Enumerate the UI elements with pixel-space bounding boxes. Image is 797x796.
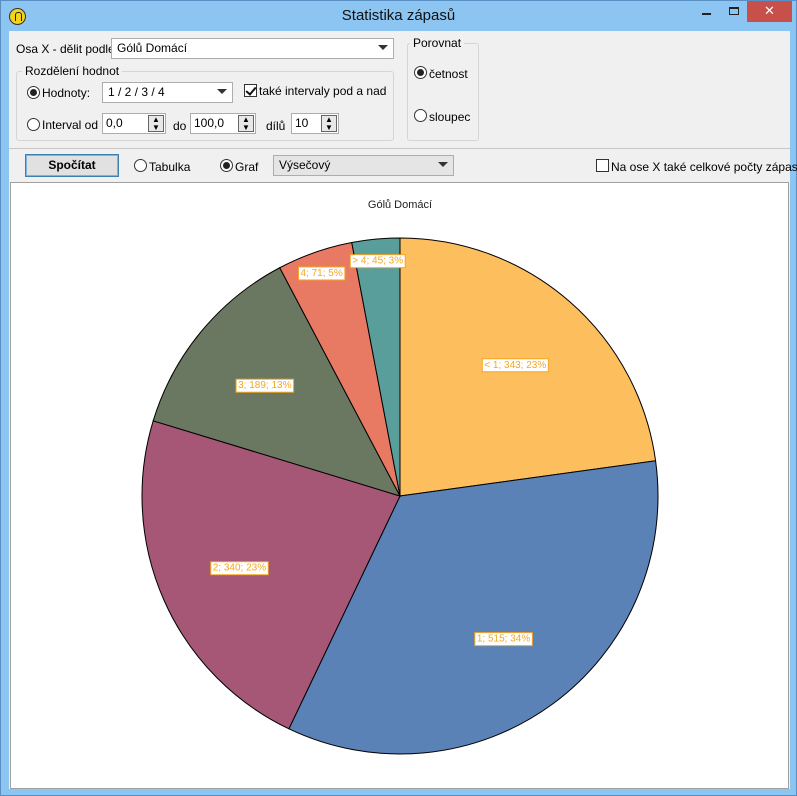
chevron-down-icon — [378, 45, 388, 50]
title-bar: Statistika zápasů ✕ — [1, 1, 796, 31]
client-area: Osa X - dělit podle Gólů Domácí Rozdělen… — [9, 31, 797, 789]
chevron-down-icon — [217, 89, 227, 94]
maximize-icon — [728, 7, 739, 15]
chart-title: Gólů Domácí — [368, 199, 432, 211]
hodnoty-value: 1 / 2 / 3 / 4 — [108, 85, 165, 99]
close-icon: ✕ — [764, 3, 775, 18]
pie-label-4: 4; 71; 5% — [297, 266, 346, 281]
cetnost-label: četnost — [429, 67, 468, 81]
graf-label: Graf — [235, 160, 259, 174]
main-window: Statistika zápasů ✕ Osa X - dělit podle … — [0, 0, 797, 796]
interval-to-spinner[interactable]: 100,0 ▲ ▼ — [190, 113, 256, 134]
close-button[interactable]: ✕ — [747, 1, 792, 22]
pie-label-1: 1; 515; 34% — [474, 632, 533, 647]
dilu-label: dílů — [266, 119, 286, 133]
cetnost-radio[interactable] — [414, 66, 427, 79]
spocitat-button[interactable]: Spočítat — [25, 154, 119, 177]
interval-label: Interval od — [42, 118, 99, 132]
hodnoty-label: Hodnoty: — [42, 86, 91, 100]
svg-text:> 4; 45; 3%: > 4; 45; 3% — [352, 256, 403, 267]
svg-text:1; 515; 34%: 1; 515; 34% — [477, 634, 530, 645]
porovnat-group — [407, 43, 479, 141]
chart-panel: Gólů Domácí < 1; 343; 23% 1; 515; 34% 2; 3… — [10, 182, 789, 789]
pie-label-0: < 1; 343; 23% — [481, 358, 549, 373]
do-label: do — [173, 119, 187, 133]
osa-x-value: Gólů Domácí — [117, 41, 188, 55]
hodnoty-combo[interactable]: 1 / 2 / 3 / 4 — [102, 82, 233, 103]
sloupec-radio[interactable] — [414, 109, 427, 122]
tabulka-label: Tabulka — [149, 160, 191, 174]
intervaly-checkbox[interactable] — [244, 84, 257, 97]
hodnoty-radio[interactable] — [27, 86, 40, 99]
graf-radio[interactable] — [220, 159, 233, 172]
pie-label-3: 3; 189; 13% — [235, 378, 295, 393]
porovnat-title: Porovnat — [410, 36, 465, 50]
spinner-arrows-icon[interactable]: ▲ ▼ — [148, 115, 164, 132]
divider — [9, 148, 790, 149]
interval-from-spinner[interactable]: 0,0 ▲ ▼ — [102, 113, 166, 134]
svg-text:4; 71; 5%: 4; 71; 5% — [300, 268, 342, 279]
interval-radio[interactable] — [27, 118, 40, 131]
dilu-value: 10 — [295, 116, 309, 130]
maximize-button[interactable] — [720, 1, 747, 22]
tabulka-radio[interactable] — [134, 159, 147, 172]
celkove-label: Na ose X také celkové počty zápasů — [611, 160, 797, 174]
osa-x-label: Osa X - dělit podle — [16, 42, 115, 56]
minimize-button[interactable] — [693, 1, 720, 22]
dilu-spinner[interactable]: 10 ▲ ▼ — [291, 113, 339, 134]
pie-chart: Gólů Domácí < 1; 343; 23% 1; 515; 34% 2; 3… — [141, 199, 659, 755]
chevron-down-icon — [438, 162, 448, 167]
intervaly-label: také intervaly pod a nad — [259, 84, 387, 98]
svg-text:< 1; 343; 23%: < 1; 343; 23% — [484, 360, 546, 371]
graf-type-combo[interactable]: Výsečový — [273, 155, 454, 176]
graf-type-value: Výsečový — [279, 158, 331, 172]
spinner-arrows-icon[interactable]: ▲ ▼ — [238, 115, 254, 132]
sloupec-label: sloupec — [429, 110, 471, 124]
rozdeleni-title: Rozdělení hodnot — [22, 64, 123, 78]
pie-label-2: 2; 340; 23% — [210, 561, 269, 576]
window-title: Statistika zápasů — [341, 7, 456, 24]
osa-x-combo[interactable]: Gólů Domácí — [111, 38, 394, 59]
spinner-arrows-icon[interactable]: ▲ ▼ — [321, 115, 337, 132]
svg-text:3; 189; 13%: 3; 189; 13% — [238, 380, 291, 391]
minimize-icon — [702, 13, 711, 15]
interval-to-value: 100,0 — [194, 116, 225, 130]
celkove-checkbox[interactable] — [596, 159, 609, 172]
pie-label-5: > 4; 45; 3% — [349, 254, 406, 269]
svg-text:2; 340; 23%: 2; 340; 23% — [213, 563, 266, 574]
interval-from-value: 0,0 — [106, 116, 123, 130]
